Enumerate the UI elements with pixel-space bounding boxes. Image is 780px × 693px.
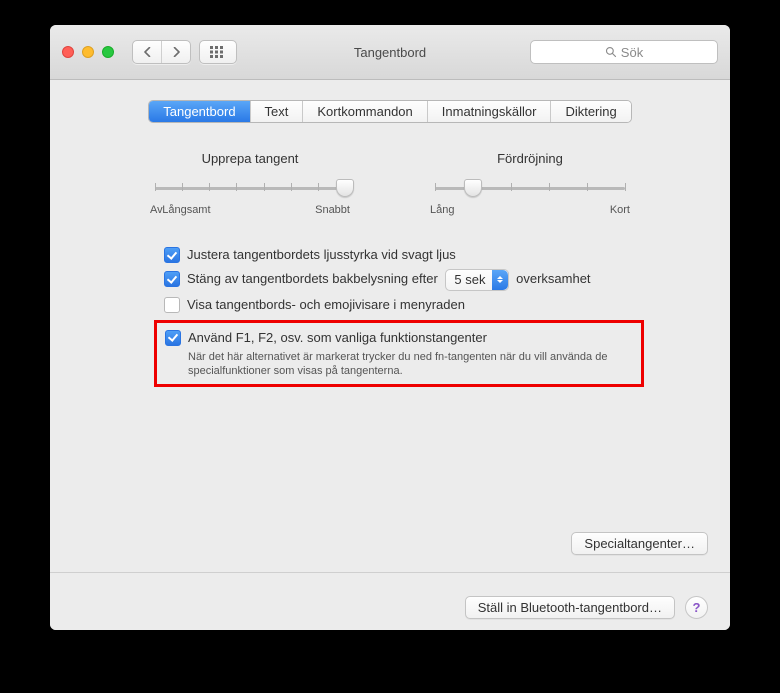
- highlight-fn-keys: Använd F1, F2, osv. som vanliga funktion…: [154, 320, 644, 387]
- tab-bar: TangentbordTextKortkommandonInmatningskä…: [148, 100, 631, 123]
- show-all-button[interactable]: [199, 40, 237, 64]
- pane-body: TangentbordTextKortkommandonInmatningskä…: [50, 80, 730, 630]
- checkbox-backlight-off[interactable]: [164, 271, 180, 287]
- minimize-window-button[interactable]: [82, 46, 94, 58]
- grid-icon: [210, 46, 226, 58]
- chevron-left-icon: [143, 47, 152, 57]
- delay-label: Fördröjning: [430, 151, 630, 166]
- modifier-keys-button[interactable]: Specialtangenter…: [571, 532, 708, 555]
- search-icon: [605, 46, 617, 58]
- delay-slider[interactable]: [435, 178, 625, 198]
- tab-inmatningskällor[interactable]: Inmatningskällor: [427, 101, 551, 122]
- chevron-right-icon: [172, 47, 181, 57]
- nav-back-forward: [132, 40, 191, 64]
- option-emoji-viewer[interactable]: Visa tangentbords- och emojivisare i men…: [164, 296, 644, 313]
- option-fn-keys-subtext: När det här alternativet är markerat try…: [188, 350, 633, 378]
- stepper-arrows-icon: [492, 270, 508, 290]
- key-repeat-label: Upprepa tangent: [150, 151, 350, 166]
- tab-diktering[interactable]: Diktering: [550, 101, 630, 122]
- tab-tangentbord[interactable]: Tangentbord: [149, 101, 249, 122]
- slider-thumb[interactable]: [336, 179, 354, 197]
- search-placeholder: Sök: [621, 45, 643, 60]
- zoom-window-button[interactable]: [102, 46, 114, 58]
- sliders: Upprepa tangent Av Långsamt Snabbt Fördr…: [50, 151, 730, 216]
- search-field[interactable]: Sök: [530, 40, 718, 64]
- help-button[interactable]: ?: [685, 596, 708, 619]
- nav-forward-button[interactable]: [161, 41, 190, 63]
- option-backlight-off-label: Stäng av tangentbordets bakbelysning eft…: [187, 270, 591, 289]
- slider-thumb[interactable]: [464, 179, 482, 197]
- delay-min: Lång: [430, 204, 454, 216]
- close-window-button[interactable]: [62, 46, 74, 58]
- key-repeat-slider[interactable]: [155, 178, 345, 198]
- preferences-window: Tangentbord Sök TangentbordTextKortkomma…: [50, 25, 730, 630]
- option-fn-keys-label: Använd F1, F2, osv. som vanliga funktion…: [188, 329, 633, 346]
- nav-back-button[interactable]: [133, 41, 161, 63]
- tab-text[interactable]: Text: [250, 101, 303, 122]
- tab-kortkommandon[interactable]: Kortkommandon: [302, 101, 426, 122]
- checkbox-adjust-brightness[interactable]: [164, 247, 180, 263]
- option-adjust-brightness[interactable]: Justera tangentbordets ljusstyrka vid sv…: [164, 246, 644, 263]
- delay-max: Kort: [610, 204, 630, 216]
- option-fn-keys-text: Använd F1, F2, osv. som vanliga funktion…: [188, 329, 633, 378]
- separator: [50, 572, 730, 573]
- option-emoji-viewer-label: Visa tangentbords- och emojivisare i men…: [187, 296, 465, 313]
- option-fn-keys[interactable]: Använd F1, F2, osv. som vanliga funktion…: [165, 329, 633, 378]
- checkbox-emoji-viewer[interactable]: [164, 297, 180, 313]
- window-toolbar: Tangentbord Sök: [50, 25, 730, 80]
- key-repeat-min: Av: [150, 204, 163, 216]
- checkbox-fn-keys[interactable]: [165, 330, 181, 346]
- delay-block: Fördröjning Lång Kort: [430, 151, 630, 216]
- option-backlight-off[interactable]: Stäng av tangentbordets bakbelysning eft…: [164, 270, 644, 289]
- bluetooth-keyboard-button[interactable]: Ställ in Bluetooth-tangentbord…: [465, 596, 675, 619]
- key-repeat-max: Snabbt: [315, 204, 350, 216]
- window-controls: [62, 46, 114, 58]
- option-adjust-brightness-label: Justera tangentbordets ljusstyrka vid sv…: [187, 246, 456, 263]
- key-repeat-block: Upprepa tangent Av Långsamt Snabbt: [150, 151, 350, 216]
- backlight-timeout-select[interactable]: 5 sek: [445, 269, 508, 291]
- key-repeat-mid: Långsamt: [162, 204, 210, 216]
- options: Justera tangentbordets ljusstyrka vid sv…: [164, 246, 644, 387]
